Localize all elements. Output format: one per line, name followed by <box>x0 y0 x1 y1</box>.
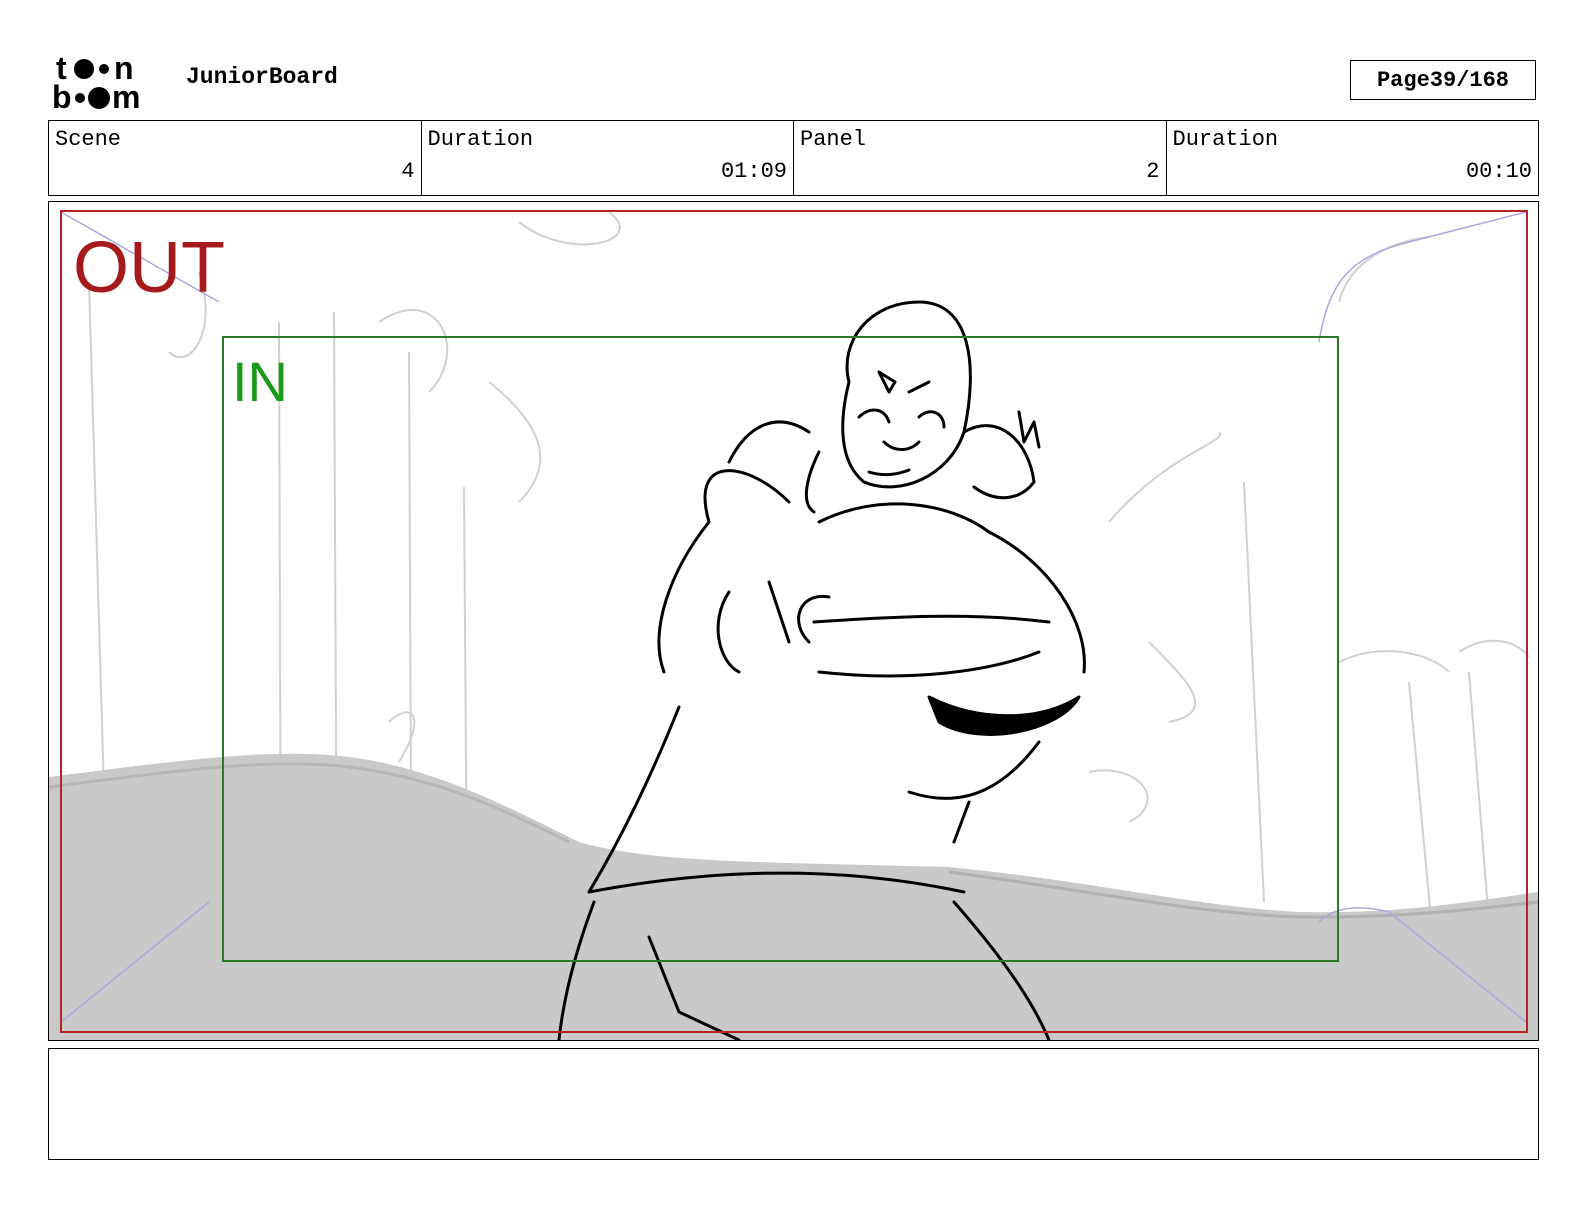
page-number: 39/168 <box>1429 67 1510 93</box>
scene-value: 4 <box>401 159 415 184</box>
panel-notes-area[interactable] <box>48 1048 1539 1160</box>
out-frame-label: OUT <box>73 228 225 308</box>
panel-cell: Panel 2 <box>794 121 1167 195</box>
panel-label: Panel <box>800 127 867 152</box>
in-safe-frame <box>222 336 1339 962</box>
scene-duration-cell: Duration 01:09 <box>422 121 794 195</box>
scene-duration-value: 01:09 <box>720 159 787 184</box>
scene-cell: Scene 4 <box>49 121 422 195</box>
panel-duration-cell: Duration 00:10 <box>1167 121 1539 195</box>
scene-info-bar: Scene 4 Duration 01:09 Panel 2 Duration … <box>48 120 1539 196</box>
scene-duration-label: Duration <box>427 127 534 152</box>
panel-duration-value: 00:10 <box>1465 159 1532 184</box>
panel-duration-label: Duration <box>1172 127 1279 152</box>
scene-label: Scene <box>55 127 122 152</box>
in-frame-label: IN <box>232 350 288 413</box>
toon-boom-logo: t n b m <box>52 52 164 112</box>
svg-text:m: m <box>112 79 140 112</box>
app-title: JuniorBoard <box>186 64 338 90</box>
storyboard-panel[interactable]: OUT IN <box>48 201 1539 1041</box>
svg-text:b: b <box>52 79 72 112</box>
panel-value: 2 <box>1146 159 1160 184</box>
toon-boom-logo-icon: t n b m <box>52 52 140 112</box>
page-label: Page <box>1376 67 1430 93</box>
page-indicator: Page 39/168 <box>1350 60 1536 100</box>
